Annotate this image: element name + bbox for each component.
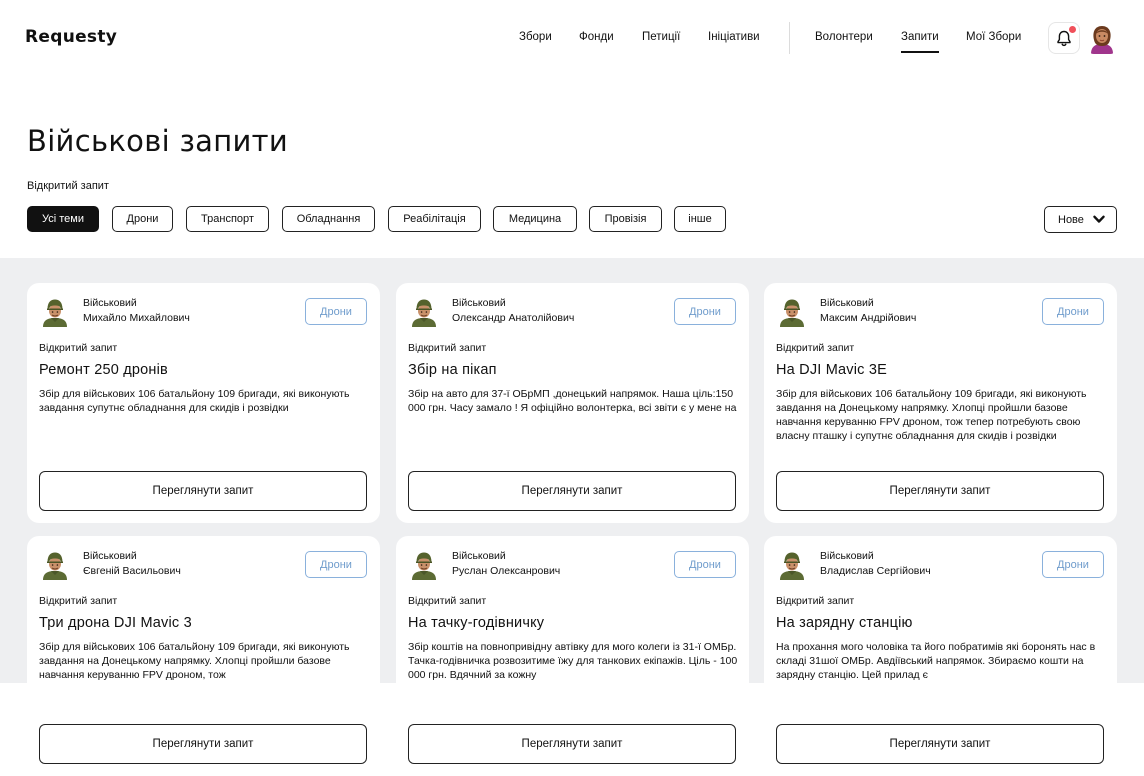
notification-badge — [1069, 26, 1076, 33]
request-card: Військовий Руслан Олексанрович Дрони Від… — [396, 536, 749, 776]
author-role: Військовий — [83, 297, 137, 309]
nav-item-initsiatyvy[interactable]: Ініціативи — [708, 31, 760, 43]
chip-equipment[interactable]: Обладнання — [282, 206, 375, 232]
request-title: На тачку-годівничку — [408, 615, 545, 631]
nav-item-moi-zbory[interactable]: Мої Збори — [966, 31, 1021, 43]
author-role: Військовий — [452, 297, 506, 309]
author-name: Владислав Сергійович — [820, 565, 931, 577]
view-request-button[interactable]: Переглянути запит — [408, 471, 736, 511]
soldier-avatar — [408, 548, 440, 580]
author-name: Руслан Олексанрович — [452, 565, 561, 577]
soldier-avatar — [39, 548, 71, 580]
author-name: Євгеній Васильович — [83, 565, 181, 577]
category-tag[interactable]: Дрони — [674, 551, 736, 578]
sort-dropdown[interactable]: Нове — [1044, 206, 1117, 233]
page-title: Військові запити — [27, 124, 288, 158]
chip-transport[interactable]: Транспорт — [186, 206, 269, 232]
view-request-button[interactable]: Переглянути запит — [39, 724, 367, 764]
soldier-avatar — [408, 295, 440, 327]
header: Requesty Збори Фонди Петиції Ініціативи … — [0, 0, 1144, 76]
author-role: Військовий — [820, 550, 874, 562]
sort-label: Нове — [1058, 213, 1084, 226]
request-status: Відкритий запит — [776, 342, 855, 354]
request-title: Збір на пікап — [408, 362, 497, 378]
request-title: На DJI Mavic 3E — [776, 362, 887, 378]
category-tag[interactable]: Дрони — [305, 551, 367, 578]
chip-provisions[interactable]: Провізія — [589, 206, 662, 232]
request-status: Відкритий запит — [776, 595, 855, 607]
request-description: Збір на авто для 37-ї ОБрМП ,донецький н… — [408, 388, 737, 414]
request-title: Ремонт 250 дронів — [39, 362, 168, 378]
notifications-button[interactable] — [1048, 22, 1080, 54]
nav-item-volontery[interactable]: Волонтери — [815, 31, 873, 43]
chip-medicine[interactable]: Медицина — [493, 206, 577, 232]
nav-item-zapyty[interactable]: Запити — [901, 31, 939, 53]
chevron-down-icon — [1093, 215, 1105, 223]
chip-other[interactable]: інше — [674, 206, 726, 232]
requests-grid: Військовий Михайло Михайлович Дрони Відк… — [0, 258, 1144, 776]
nav-item-petytsii[interactable]: Петиції — [642, 31, 680, 43]
view-request-button[interactable]: Переглянути запит — [39, 471, 367, 511]
chip-rehabilitation[interactable]: Реабілітація — [388, 206, 481, 232]
chip-all-topics[interactable]: Усі теми — [27, 206, 99, 232]
category-tag[interactable]: Дрони — [674, 298, 736, 325]
author-role: Військовий — [820, 297, 874, 309]
soldier-avatar — [776, 548, 808, 580]
user-avatar[interactable] — [1086, 22, 1118, 54]
soldier-avatar — [39, 295, 71, 327]
request-description: Збір коштів на повнопривідну автівку для… — [408, 641, 738, 681]
nav-divider — [789, 22, 790, 54]
request-description: Збір для військових 106 батальйону 109 б… — [39, 388, 350, 414]
author-name: Максим Андрійович — [820, 312, 917, 324]
chip-drones[interactable]: Дрони — [112, 206, 173, 232]
category-tag[interactable]: Дрони — [1042, 551, 1104, 578]
request-card: Військовий Євгеній Васильович Дрони Відк… — [27, 536, 380, 776]
request-description: На прохання мого чоловіка та його побрат… — [776, 641, 1096, 681]
request-status: Відкритий запит — [39, 595, 118, 607]
request-title: На зарядну станцію — [776, 615, 913, 631]
soldier-avatar — [776, 295, 808, 327]
category-tag[interactable]: Дрони — [305, 298, 367, 325]
request-status: Відкритий запит — [39, 342, 118, 354]
request-title: Три дрона DJI Mavic 3 — [39, 615, 192, 631]
request-status: Відкритий запит — [408, 595, 487, 607]
author-name: Олександр Анатолійович — [452, 312, 575, 324]
nav-item-zbory[interactable]: Збори — [519, 31, 552, 43]
view-request-button[interactable]: Переглянути запит — [776, 471, 1104, 511]
view-request-button[interactable]: Переглянути запит — [408, 724, 736, 764]
request-card: Військовий Михайло Михайлович Дрони Відк… — [27, 283, 380, 523]
logo[interactable]: Requesty — [25, 27, 117, 47]
request-description: Збір для військових 106 батальйону 109 б… — [776, 388, 1087, 442]
request-card: Військовий Владислав Сергійович Дрони Ві… — [764, 536, 1117, 776]
request-card: Військовий Олександр Анатолійович Дрони … — [396, 283, 749, 523]
author-role: Військовий — [452, 550, 506, 562]
nav-item-fondy[interactable]: Фонди — [579, 31, 614, 43]
logo-text: Requesty — [25, 27, 118, 47]
request-card: Військовий Максим Андрійович Дрони Відкр… — [764, 283, 1117, 523]
request-description: Збір для військових 106 батальйону 109 б… — [39, 641, 350, 681]
author-role: Військовий — [83, 550, 137, 562]
author-name: Михайло Михайлович — [83, 312, 190, 324]
page-subtitle: Відкритий запит — [27, 180, 109, 192]
view-request-button[interactable]: Переглянути запит — [776, 724, 1104, 764]
request-status: Відкритий запит — [408, 342, 487, 354]
category-tag[interactable]: Дрони — [1042, 298, 1104, 325]
user-avatar-image — [1086, 22, 1118, 54]
